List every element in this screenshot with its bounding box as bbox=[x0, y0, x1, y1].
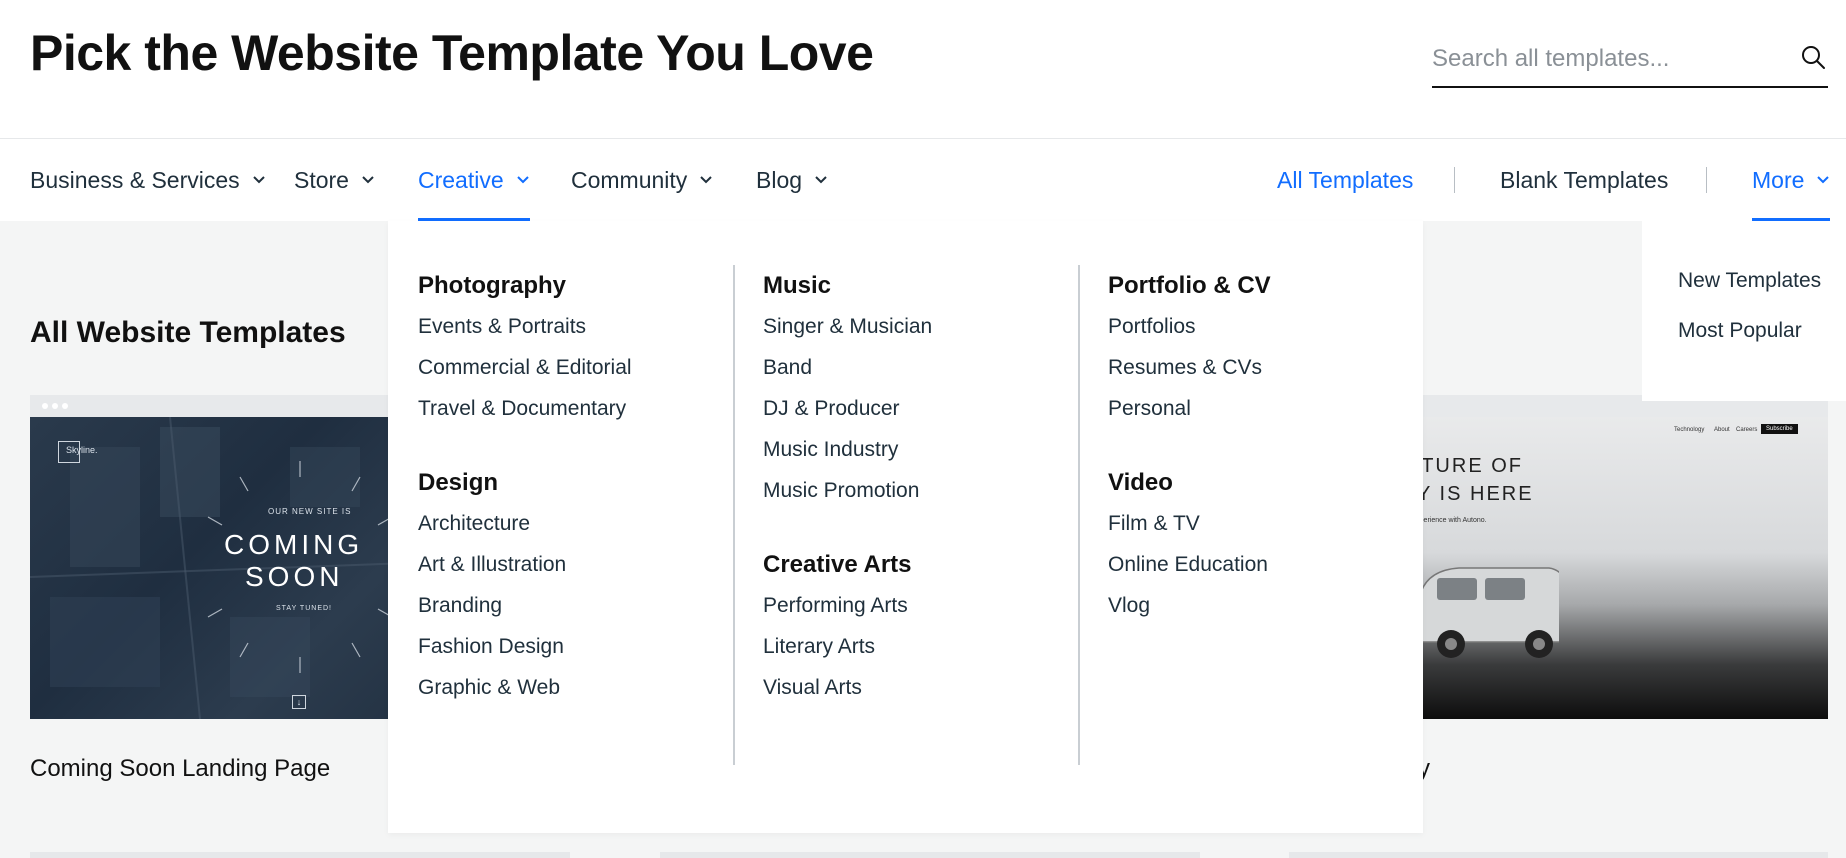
menu-link[interactable]: Portfolios bbox=[1108, 306, 1408, 347]
menu-link[interactable]: Band bbox=[763, 347, 1063, 388]
section-title: All Website Templates bbox=[30, 316, 346, 349]
template-card-edge bbox=[1289, 852, 1828, 858]
category-nav: Business & Services Store Creative Commu… bbox=[0, 139, 1846, 221]
browser-dot bbox=[62, 403, 68, 409]
nav-item-label: Business & Services bbox=[30, 166, 240, 193]
mega-divider bbox=[1078, 265, 1080, 765]
chevron-down-icon bbox=[362, 176, 374, 184]
nav-divider bbox=[1454, 167, 1455, 193]
mega-column: Portfolio & CV Portfolios Resumes & CVs … bbox=[1108, 265, 1408, 626]
nav-item-store[interactable]: Store bbox=[294, 139, 375, 221]
all-templates-link[interactable]: All Templates bbox=[1277, 139, 1413, 221]
chevron-down-icon bbox=[700, 176, 713, 184]
menu-link[interactable]: Commercial & Editorial bbox=[418, 347, 718, 388]
menu-gap bbox=[763, 511, 1063, 544]
menu-link[interactable]: Art & Illustration bbox=[418, 544, 718, 585]
page-title: Pick the Website Template You Love bbox=[30, 25, 874, 81]
menu-link[interactable]: Music Promotion bbox=[763, 470, 1063, 511]
menu-link[interactable]: Singer & Musician bbox=[763, 306, 1063, 347]
menu-link[interactable]: Personal bbox=[1108, 388, 1408, 429]
blank-templates-link[interactable]: Blank Templates bbox=[1500, 139, 1668, 221]
mega-divider bbox=[733, 265, 735, 765]
template-card-edge bbox=[660, 852, 1200, 858]
burst-lines bbox=[207, 461, 393, 673]
arrow-down-icon[interactable]: ↓ bbox=[292, 695, 306, 709]
nav-item-label: Community bbox=[571, 166, 688, 193]
nav-item-business-services[interactable]: Business & Services bbox=[30, 139, 266, 221]
menu-link[interactable]: Vlog bbox=[1108, 585, 1408, 626]
search-bar[interactable] bbox=[1432, 34, 1828, 88]
mega-column: Music Singer & Musician Band DJ & Produc… bbox=[763, 265, 1063, 708]
menu-link[interactable]: Music Industry bbox=[763, 429, 1063, 470]
menu-link[interactable]: Resumes & CVs bbox=[1108, 347, 1408, 388]
thumb-nav-item: Careers bbox=[1736, 427, 1758, 433]
search-icon[interactable] bbox=[1798, 42, 1828, 72]
template-card-edge bbox=[30, 852, 570, 858]
page-header: Pick the Website Template You Love bbox=[0, 0, 1846, 139]
thumb-nav-item: About bbox=[1714, 427, 1730, 433]
menu-heading-portfolio-cv[interactable]: Portfolio & CV bbox=[1108, 265, 1408, 306]
chevron-down-icon bbox=[1817, 176, 1830, 184]
search-input[interactable] bbox=[1432, 34, 1782, 84]
menu-link[interactable]: Branding bbox=[418, 585, 718, 626]
menu-link[interactable]: Literary Arts bbox=[763, 626, 1063, 667]
menu-link[interactable]: Performing Arts bbox=[763, 585, 1063, 626]
menu-link[interactable]: Graphic & Web bbox=[418, 667, 718, 708]
more-dropdown: New Templates Most Popular bbox=[1642, 221, 1846, 401]
menu-gap bbox=[418, 429, 718, 462]
menu-heading-design[interactable]: Design bbox=[418, 462, 718, 503]
nav-divider bbox=[1706, 167, 1707, 193]
nav-item-label: More bbox=[1752, 166, 1805, 193]
menu-gap bbox=[1108, 429, 1408, 462]
chevron-down-icon bbox=[252, 176, 265, 184]
template-card-title[interactable]: Coming Soon Landing Page bbox=[30, 755, 330, 783]
browser-dot bbox=[52, 403, 58, 409]
nav-item-more[interactable]: More bbox=[1752, 139, 1831, 221]
chevron-down-icon bbox=[516, 176, 529, 184]
nav-item-creative[interactable]: Creative bbox=[418, 139, 530, 221]
menu-link[interactable]: DJ & Producer bbox=[763, 388, 1063, 429]
menu-heading-video[interactable]: Video bbox=[1108, 462, 1408, 503]
menu-heading-music[interactable]: Music bbox=[763, 265, 1063, 306]
menu-link[interactable]: Architecture bbox=[418, 503, 718, 544]
nav-item-label: Blog bbox=[756, 166, 803, 193]
menu-link[interactable]: Travel & Documentary bbox=[418, 388, 718, 429]
creative-mega-menu: Photography Events & Portraits Commercia… bbox=[388, 221, 1423, 833]
menu-link[interactable]: Events & Portraits bbox=[418, 306, 718, 347]
chevron-down-icon bbox=[815, 176, 827, 184]
mega-column: Photography Events & Portraits Commercia… bbox=[418, 265, 718, 708]
nav-item-blog[interactable]: Blog bbox=[756, 139, 828, 221]
nav-item-community[interactable]: Community bbox=[571, 139, 713, 221]
browser-dot bbox=[42, 403, 48, 409]
more-menu-most-popular[interactable]: Most Popular bbox=[1678, 319, 1802, 343]
menu-link[interactable]: Visual Arts bbox=[763, 667, 1063, 708]
thumb-nav-item: Technology bbox=[1674, 427, 1705, 433]
thumb-logo: Skyline. bbox=[66, 445, 98, 455]
thumb-subscribe-button: Subscribe bbox=[1761, 424, 1798, 434]
menu-heading-photography[interactable]: Photography bbox=[418, 265, 718, 306]
menu-link[interactable]: Online Education bbox=[1108, 544, 1408, 585]
nav-item-label: Store bbox=[294, 166, 349, 193]
more-menu-new-templates[interactable]: New Templates bbox=[1678, 269, 1821, 293]
menu-link[interactable]: Fashion Design bbox=[418, 626, 718, 667]
nav-item-label: Creative bbox=[418, 166, 504, 193]
menu-link[interactable]: Film & TV bbox=[1108, 503, 1408, 544]
menu-heading-creative-arts[interactable]: Creative Arts bbox=[763, 544, 1063, 585]
